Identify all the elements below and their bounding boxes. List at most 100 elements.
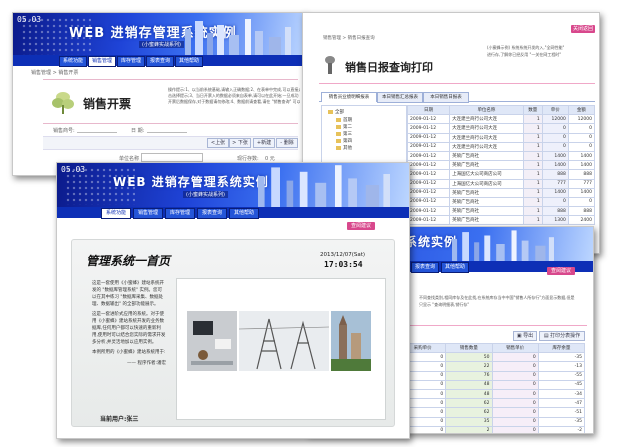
back-tab-sales[interactable]: 销售管理 bbox=[88, 56, 116, 67]
table-row[interactable]: 2009-01-12 大连建兰商行公司大连 1 0 0 bbox=[406, 141, 596, 152]
inv-tab-report[interactable]: 报表查询 bbox=[411, 262, 439, 273]
cell-date: 2009-01-12 bbox=[406, 178, 451, 189]
table-row[interactable]: 0 35 0 -35 bbox=[398, 416, 586, 427]
cell-date: 2009-01-12 bbox=[406, 196, 451, 208]
front-tab-stock[interactable]: 库存管理 bbox=[165, 208, 195, 219]
table-row[interactable]: 0 48 0 -34 bbox=[398, 388, 586, 400]
table-row[interactable]: 0 50 0 -35 bbox=[398, 352, 586, 363]
col-unit[interactable]: 单位名称 bbox=[449, 104, 524, 116]
table-row[interactable]: 0 62 0 -51 bbox=[398, 407, 586, 418]
report-note-1: (小蜜蜂示例) 系统系统开发的入,"全网性能" bbox=[487, 45, 565, 50]
cell-date: 2009-01-12 bbox=[406, 187, 451, 198]
front-tab-help[interactable]: 其他帮助 bbox=[229, 208, 259, 219]
home-para-1: 这是一套使用《小蜜蜂》建站系统开发的 "数据库管理系统" 实例。您可以在其中练习… bbox=[92, 281, 164, 307]
back-delete-button[interactable]: - 删除 bbox=[276, 138, 298, 148]
table-row[interactable]: 0 22 0 -13 bbox=[398, 361, 586, 372]
cell-sales-qty: 62 bbox=[445, 398, 493, 409]
table-row[interactable]: 2009-01-12 英硕广告商社 1 1400 1400 bbox=[406, 187, 596, 198]
cell-qty: 1 bbox=[522, 187, 543, 198]
back-tab-system[interactable]: 系统功能 bbox=[59, 56, 87, 67]
back-tab-report[interactable]: 报表查询 bbox=[146, 56, 174, 67]
cell-sales-price: 0 bbox=[491, 370, 539, 381]
tree-item[interactable]: 第四 bbox=[336, 138, 352, 144]
table-row[interactable]: 2009-01-12 英硕广告商社 1 1400 1400 bbox=[406, 150, 596, 162]
tree-root[interactable]: 全部 bbox=[328, 109, 344, 115]
front-tab-system[interactable]: 系统功能 bbox=[101, 208, 131, 219]
table-row[interactable]: 2009-01-12 上海国亿大公司商店公司 1 777 777 bbox=[406, 178, 596, 189]
back-note-3: 开票后数据保存,对于数据请勿修改;4、数据前请查看,请在 "销售查询" 可以找到 bbox=[168, 99, 300, 104]
back-stock-value: 0 元 bbox=[265, 156, 275, 162]
col-qty[interactable]: 数量 bbox=[522, 104, 543, 116]
back-date-input[interactable] bbox=[147, 126, 187, 133]
table-row[interactable]: 0 76 0 -55 bbox=[398, 370, 586, 381]
cell-price: 1300 bbox=[541, 215, 569, 226]
col-date[interactable]: 日期 bbox=[406, 104, 451, 116]
cell-sales-qty: 22 bbox=[445, 361, 493, 372]
table-row[interactable]: 2009-01-12 英硕广告商社 1 0 0 bbox=[406, 196, 596, 208]
home-photo-frame bbox=[176, 278, 386, 420]
table-row[interactable]: 2009-01-12 英硕广告商社 1 1400 1400 bbox=[406, 160, 596, 171]
tree-item[interactable]: 第三 bbox=[336, 131, 352, 137]
cell-unit: 大连建兰商行公司大连 bbox=[449, 114, 524, 125]
cell-amount: 0 bbox=[567, 196, 596, 208]
back-new-button[interactable]: +新建 bbox=[253, 138, 275, 148]
inv-suggest-button[interactable]: 查阅建议 bbox=[547, 267, 575, 275]
back-logo: 05.03 bbox=[17, 15, 42, 24]
current-user: 当前用户:张三 bbox=[100, 414, 138, 423]
back-prev-button[interactable]: <上张 bbox=[207, 138, 229, 148]
col-amount[interactable]: 金额 bbox=[567, 104, 596, 116]
col-stock-left[interactable]: 库存余量 bbox=[537, 342, 586, 354]
tree-item[interactable]: 第二 bbox=[336, 124, 352, 130]
tree-item[interactable]: 其他 bbox=[336, 145, 352, 151]
cell-sales-price: 0 bbox=[491, 398, 539, 409]
cell-amount: 0 bbox=[567, 123, 596, 134]
back-tab-help[interactable]: 其他帮助 bbox=[175, 56, 203, 67]
front-tab-sales[interactable]: 销售管理 bbox=[133, 208, 163, 219]
cell-stock-left: -2 bbox=[537, 425, 586, 433]
front-tab-report[interactable]: 报表查询 bbox=[197, 208, 227, 219]
front-suggest-button[interactable]: 查阅建议 bbox=[347, 222, 375, 230]
front-nav-bar: 系统功能 销售管理 库存管理 报表查询 其他帮助 bbox=[57, 207, 409, 219]
home-date: 2013/12/07(Sat) bbox=[320, 252, 366, 258]
cell-unit: 英硕广告商社 bbox=[449, 215, 524, 226]
cell-unit: 英硕广告商社 bbox=[449, 196, 524, 208]
inv-tab-help[interactable]: 其他帮助 bbox=[441, 262, 469, 273]
home-para-2: 这是一套进阶式应用的系统。对于使用《小蜜蜂》建站系统开发的业务数据库,任何用户都… bbox=[92, 312, 166, 345]
col-sales-price[interactable]: 销售单价 bbox=[491, 342, 539, 354]
cell-price: 777 bbox=[541, 178, 569, 189]
table-row[interactable]: 2009-01-12 大连建兰商行公司大连 1 12000 12000 bbox=[406, 114, 596, 125]
table-row[interactable]: 2009-01-12 英硕广告商社 1 888 888 bbox=[406, 206, 596, 217]
inv-print-button[interactable]: ▤ 打印分表操作 bbox=[539, 331, 585, 341]
cell-sales-price: 0 bbox=[491, 407, 539, 418]
report-tab-salesman[interactable]: 销售员业绩明细报表 bbox=[321, 92, 377, 102]
home-photo-strip bbox=[187, 311, 371, 371]
table-row[interactable]: 0 62 0 -47 bbox=[398, 398, 586, 409]
export-icon: ▣ bbox=[516, 333, 522, 339]
cell-amount: 888 bbox=[567, 206, 596, 217]
back-nav-bar: 系统功能 销售管理 库存管理 报表查询 其他帮助 bbox=[13, 55, 305, 67]
table-row[interactable]: 2009-01-12 英硕广告商社 1 1300 2400 bbox=[406, 215, 596, 226]
table-row[interactable]: 2009-01-12 大连建兰商行公司大连 1 0 0 bbox=[406, 132, 596, 143]
cell-qty: 1 bbox=[522, 132, 543, 143]
cell-date: 2009-01-12 bbox=[406, 114, 451, 125]
back-next-button[interactable]: > 下张 bbox=[229, 138, 251, 148]
back-vendor-input[interactable] bbox=[77, 126, 117, 133]
inv-export-button[interactable]: ▣ 导出 bbox=[513, 331, 537, 341]
table-row[interactable]: 2009-01-12 大连建兰商行公司大连 1 0 0 bbox=[406, 123, 596, 134]
report-close-button[interactable]: 关闭返回 bbox=[571, 25, 595, 33]
cell-amount: 1400 bbox=[567, 160, 596, 171]
cell-stock-left: -35 bbox=[537, 352, 586, 363]
col-price[interactable]: 单价 bbox=[541, 104, 569, 116]
table-row[interactable]: 0 48 0 -45 bbox=[398, 379, 586, 390]
cell-sales-price: 0 bbox=[491, 361, 539, 372]
report-tab-summary[interactable]: 本日销售汇总报表 bbox=[377, 92, 423, 103]
tree-item[interactable]: 首期 bbox=[336, 117, 352, 123]
back-date-label: 日 期: bbox=[131, 128, 145, 134]
table-row[interactable]: 2009-01-12 上海国亿大公司商店公司 1 888 888 bbox=[406, 169, 596, 180]
report-tab-daily[interactable]: 本日销售日报表 bbox=[423, 92, 469, 103]
col-sales-qty[interactable]: 销售数量 bbox=[445, 342, 493, 354]
back-tab-stock[interactable]: 库存管理 bbox=[117, 56, 145, 67]
cell-unit: 大连建兰商行公司大连 bbox=[449, 141, 524, 152]
back-unit-select[interactable] bbox=[141, 153, 203, 162]
table-row[interactable]: 0 2 0 -2 bbox=[398, 425, 586, 433]
